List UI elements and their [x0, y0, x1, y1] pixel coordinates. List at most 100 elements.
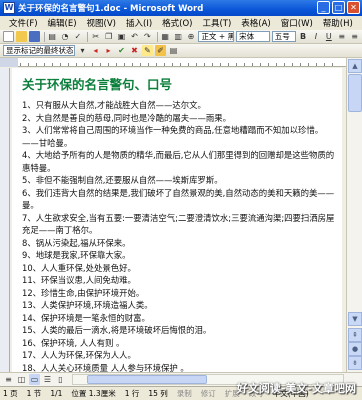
document-line: 13、人类保护环境,环境造福人类。	[22, 300, 153, 310]
undo-icon[interactable]: ↶	[129, 31, 140, 42]
align-left-icon[interactable]: ≡	[336, 31, 347, 42]
select-browse-object-icon[interactable]: ●	[348, 342, 362, 356]
document-line: 3、人们常常将自己周围的环境当作一种免费的商品,任意地糟蹋而不知加以珍惜。	[22, 125, 324, 135]
ruler-left-margin	[0, 58, 18, 67]
document-page[interactable]: 关于环保的名言警句、口号 1、只有服从大自然,才能战胜大自然——达尔文。 2、大自…	[12, 68, 342, 372]
status-track[interactable]: 修订	[201, 388, 216, 399]
status-record[interactable]: 录制	[177, 388, 192, 399]
previous-page-icon[interactable]: ⇞	[348, 328, 362, 342]
table-icon[interactable]: ▦	[160, 31, 171, 42]
display-markup-combo[interactable]: 显示标记的最终状态	[3, 45, 75, 56]
document-line: 2、大自然是善良的慈母,同时也是冷酷的屠夫——雨果。	[22, 112, 231, 123]
vertical-ruler[interactable]	[0, 68, 10, 372]
next-page-icon[interactable]: ⇟	[348, 356, 362, 370]
redo-icon[interactable]: ↷	[142, 31, 153, 42]
minimize-button[interactable]: _	[317, 1, 330, 14]
font-size-combo[interactable]: 五号	[271, 31, 296, 42]
insert-comment-icon[interactable]: ✎	[142, 45, 153, 56]
document-line: 8、锅从污染起,福从环保来。	[22, 237, 131, 248]
maximize-button[interactable]: □	[332, 1, 345, 14]
title-bar: W 关于环保的名言警句1.doc - Microsoft Word _ □ ✕	[0, 0, 362, 16]
zoom-icon[interactable]: ⊕	[186, 31, 197, 42]
toolbar-separator	[87, 31, 89, 42]
font-combo[interactable]: 宋体	[236, 31, 270, 42]
style-combo[interactable]: 正文 + 黑	[198, 31, 235, 42]
window-title: 关于环保的名言警句1.doc - Microsoft Word	[18, 4, 204, 14]
document-line: 曼。	[22, 200, 39, 210]
copy-icon[interactable]: ❐	[103, 31, 114, 42]
document-line: 1、只有服从大自然,才能战胜大自然——达尔文。	[22, 100, 206, 110]
menu-window[interactable]: 窗口(W)	[276, 17, 318, 29]
web-view-icon[interactable]: ◫	[16, 374, 27, 385]
menu-bar: 文件(F) 编辑(E) 视图(V) 插入(I) 格式(O) 工具(T) 表格(A…	[0, 16, 362, 30]
document-line: 16、保护环境, 人人有则 。	[22, 337, 125, 348]
document-line: 10、人人重环保,处处景色好。	[22, 262, 136, 273]
document-line: 惠特曼。	[22, 162, 56, 173]
print-icon[interactable]: ▤	[47, 31, 58, 42]
word-app-icon[interactable]: W	[3, 2, 15, 14]
document-line: ——甘哈曼。	[22, 137, 73, 148]
print-layout-view-icon[interactable]: ▭	[29, 374, 40, 385]
status-position: 位置 1.3厘米	[71, 389, 116, 398]
status-column: 15 列	[148, 389, 168, 398]
horizontal-scroll-thumb[interactable]	[87, 375, 207, 384]
menu-file[interactable]: 文件(F)	[4, 17, 43, 29]
status-line: 1 行	[124, 389, 140, 398]
vertical-scroll-thumb[interactable]	[348, 74, 362, 112]
columns-icon[interactable]: ▥	[173, 31, 184, 42]
document-line: 5、非但不能强制自然,还要服从自然——埃斯库罗斯。	[22, 175, 223, 185]
reject-change-icon[interactable]: ✖	[129, 45, 140, 56]
bold-icon[interactable]: B	[298, 31, 309, 42]
open-folder-icon[interactable]	[15, 31, 27, 42]
menu-view[interactable]: 视图(V)	[82, 17, 121, 29]
vertical-scrollbar[interactable]: ▲ ▼ ⇞ ● ⇟	[346, 58, 362, 372]
toolbar-separator	[43, 31, 45, 42]
scroll-up-icon[interactable]: ▲	[348, 59, 362, 73]
italic-icon[interactable]: I	[310, 31, 321, 42]
menu-format[interactable]: 格式(O)	[157, 17, 197, 29]
save-icon[interactable]	[28, 31, 40, 42]
scroll-down-icon[interactable]: ▼	[348, 312, 362, 326]
document-line: 6、我们违背大自然的结果是,我们破坏了自然景观的美,自然动态的美和天籁的美——诺…	[22, 187, 334, 198]
menu-help[interactable]: 帮助(H)	[318, 17, 358, 29]
next-change-icon[interactable]: ▸	[103, 45, 114, 56]
menu-edit[interactable]: 编辑(E)	[43, 17, 82, 29]
menu-table[interactable]: 表格(A)	[236, 17, 275, 29]
cut-icon[interactable]: ✂	[90, 31, 101, 42]
track-changes-icon[interactable]: ✐	[155, 45, 166, 56]
document-title: 关于环保的名言警句、口号	[22, 77, 173, 92]
close-button[interactable]: ✕	[347, 1, 360, 14]
document-line: 14、保护环境是一笔永恒的财富。	[22, 312, 150, 323]
reviewing-toolbar: 显示标记的最终状态 ▾ ◂ ▸ ✔ ✖ ✎ ✐ ▤	[0, 44, 362, 58]
status-pages: 1/1	[50, 389, 63, 398]
underline-icon[interactable]: U	[323, 31, 334, 42]
document-line: 18、人人关心环境质量 人人参与环境保护 。	[22, 362, 189, 373]
show-markup-icon[interactable]: ▾	[77, 45, 88, 56]
document-line: 4、大地给予所有的人是物质的精华,而最后,它从人们那里得到的回赠却是这些物质的垃…	[22, 150, 334, 160]
spelling-icon[interactable]: ✓	[72, 31, 83, 42]
ruler-scale	[20, 59, 340, 66]
status-page: 1 页	[3, 389, 18, 398]
paste-icon[interactable]: ▣	[116, 31, 127, 42]
document-line: 11、环保当议患,人间免劫难。	[22, 275, 136, 285]
standard-toolbar: ▤ ◔ ✓ ✂ ❐ ▣ ↶ ↷ ▦ ▥ ⊕ 正文 + 黑 宋体 五号 B I U…	[0, 30, 362, 44]
document-line: 9、地球是我家,环保靠大家。	[22, 250, 131, 260]
previous-change-icon[interactable]: ◂	[90, 45, 101, 56]
align-center-icon[interactable]: ≡	[349, 31, 360, 42]
menu-tools[interactable]: 工具(T)	[197, 17, 236, 29]
site-watermark: 好文阅读-美文-文章吧网	[236, 382, 356, 395]
document-line: 17、人人为环保,环保为人人。	[22, 350, 136, 360]
outline-view-icon[interactable]: ☰	[42, 374, 53, 385]
new-document-icon[interactable]	[3, 31, 14, 42]
document-line: 15、人类的最后一滴水,将是环境破坏后悔恨的泪。	[22, 325, 212, 335]
document-body: 1、只有服从大自然,才能战胜大自然——达尔文。 2、大自然是善良的慈母,同时也是冷…	[22, 99, 334, 372]
reading-view-icon[interactable]: ▯	[55, 374, 66, 385]
reviewing-pane-icon[interactable]: ▤	[168, 45, 179, 56]
horizontal-ruler[interactable]	[0, 58, 362, 67]
print-preview-icon[interactable]: ◔	[60, 31, 71, 42]
menu-insert[interactable]: 插入(I)	[121, 17, 157, 29]
accept-change-icon[interactable]: ✔	[116, 45, 127, 56]
normal-view-icon[interactable]: ≡	[3, 374, 14, 385]
document-line: 充足——南丁格尔。	[22, 225, 98, 235]
window-controls: _ □ ✕	[317, 1, 360, 14]
